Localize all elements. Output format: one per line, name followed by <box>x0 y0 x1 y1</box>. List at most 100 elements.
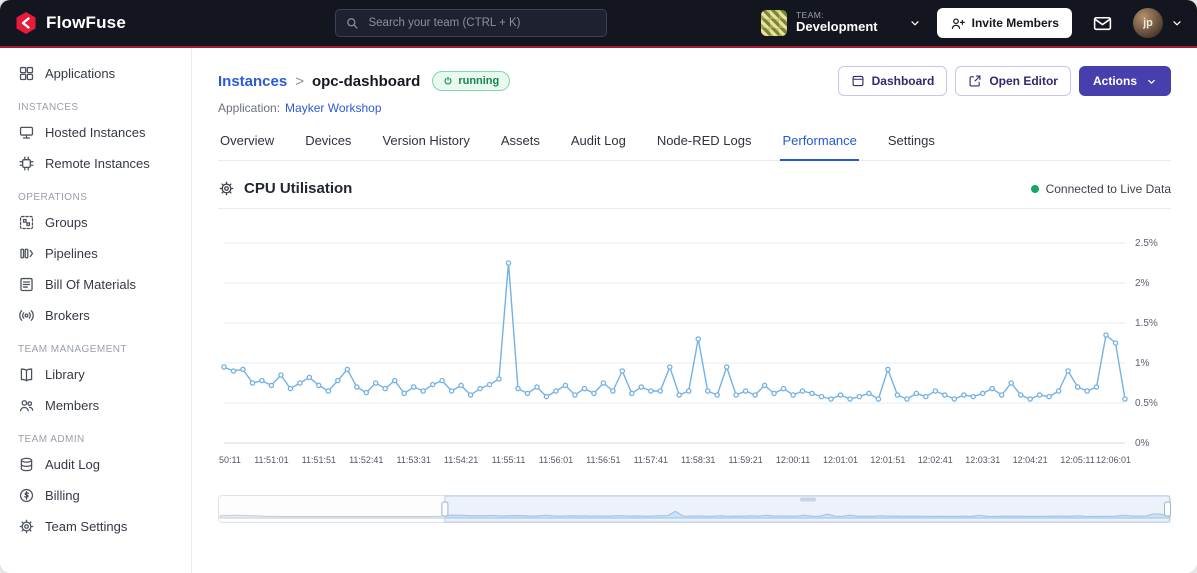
status-label: running <box>458 75 500 87</box>
breadcrumb-instances-link[interactable]: Instances <box>218 73 287 90</box>
instance-name: opc-dashboard <box>311 72 421 90</box>
svg-text:12:04:21: 12:04:21 <box>1013 455 1048 465</box>
sidebar-item-library[interactable]: Library <box>0 359 191 390</box>
sidebar-item-members[interactable]: Members <box>0 390 191 421</box>
sidebar-section-instances: INSTANCES <box>18 102 79 113</box>
status-badge: running <box>432 71 511 91</box>
team-search[interactable] <box>335 9 608 37</box>
sidebar-item-remote-instances[interactable]: Remote Instances <box>0 148 191 179</box>
team-avatar <box>760 10 787 36</box>
svg-text:2%: 2% <box>1135 278 1150 289</box>
tab-bar: Overview Devices Version History Assets Audi… <box>218 131 1171 161</box>
sidebar-item-label: Remote Instances <box>45 156 150 171</box>
tab-version-history[interactable]: Version History <box>380 131 471 160</box>
cpu-utilisation-chart[interactable]: 0% 0.5% 1% 1.5% 2% 2.5% 11:50:11 11:51:01 11:51:… <box>218 213 1171 483</box>
application-line: Application: Mayker Workshop <box>218 101 1171 115</box>
sidebar-item-pipelines[interactable]: Pipelines <box>0 238 191 269</box>
page-actions: Dashboard Open Editor Actions <box>837 66 1171 96</box>
dashboard-button-label: Dashboard <box>871 74 935 88</box>
sidebar-item-label: Bill Of Materials <box>45 277 137 292</box>
tab-devices[interactable]: Devices <box>303 131 353 160</box>
brokers-icon <box>18 307 35 324</box>
chart-gridlines <box>224 242 1125 444</box>
navigator-left-handle[interactable] <box>441 501 449 517</box>
power-icon <box>443 76 453 86</box>
tab-overview[interactable]: Overview <box>218 131 276 160</box>
sidebar-item-applications[interactable]: Applications <box>0 58 191 89</box>
sidebar-item-hosted-instances[interactable]: Hosted Instances <box>0 117 191 148</box>
applications-icon <box>18 65 35 82</box>
body-row: Applications INSTANCES Hosted Instances Rem… <box>0 48 1197 573</box>
actions-button[interactable]: Actions <box>1078 66 1171 96</box>
svg-text:12:03:31: 12:03:31 <box>965 455 1000 465</box>
svg-text:12:06:01: 12:06:01 <box>1096 455 1131 465</box>
svg-text:11:53:31: 11:53:31 <box>396 455 430 465</box>
sidebar-item-billing[interactable]: Billing <box>0 480 191 511</box>
person-plus-icon <box>950 16 965 31</box>
svg-text:0.5%: 0.5% <box>1135 398 1158 409</box>
cpu-section-header: CPU Utilisation Connected to Live Data <box>218 180 1171 209</box>
main-content: Instances > opc-dashboard running Dashbo… <box>192 48 1197 573</box>
svg-text:11:59:21: 11:59:21 <box>728 455 762 465</box>
mail-icon <box>1092 13 1113 34</box>
dashboard-icon <box>851 74 865 88</box>
tab-performance[interactable]: Performance <box>780 131 859 161</box>
sidebar-item-label: Pipelines <box>45 246 98 261</box>
open-editor-button[interactable]: Open Editor <box>955 66 1071 96</box>
flowfuse-logo[interactable]: FlowFuse <box>14 11 182 35</box>
svg-text:1%: 1% <box>1135 358 1150 369</box>
team-selector[interactable]: TEAM: Development <box>760 10 921 36</box>
team-settings-icon <box>18 518 35 535</box>
svg-text:1.5%: 1.5% <box>1135 318 1158 329</box>
svg-text:11:54:21: 11:54:21 <box>444 455 478 465</box>
search-input[interactable] <box>366 16 598 30</box>
svg-text:12:01:01: 12:01:01 <box>823 455 858 465</box>
svg-text:0%: 0% <box>1135 438 1150 449</box>
svg-text:11:57:41: 11:57:41 <box>634 455 668 465</box>
billing-icon <box>18 487 35 504</box>
sidebar-item-audit-log[interactable]: Audit Log <box>0 449 191 480</box>
tab-audit-log[interactable]: Audit Log <box>569 131 628 160</box>
sidebar-item-brokers[interactable]: Brokers <box>0 300 191 331</box>
sidebar-item-label: Team Settings <box>45 519 128 534</box>
navigator-grip[interactable] <box>799 497 816 502</box>
svg-text:11:51:01: 11:51:01 <box>254 455 288 465</box>
groups-icon <box>18 214 35 231</box>
cpu-section-title: CPU Utilisation <box>244 180 353 197</box>
actions-chevron-down-icon <box>1146 76 1157 87</box>
application-label: Application: <box>218 101 281 115</box>
invite-members-button[interactable]: Invite Members <box>936 8 1072 38</box>
dashboard-button[interactable]: Dashboard <box>837 66 948 96</box>
svg-text:12:01:51: 12:01:51 <box>870 455 905 465</box>
svg-text:11:50:11: 11:50:11 <box>218 455 241 465</box>
live-status-label: Connected to Live Data <box>1045 181 1171 196</box>
team-selector-text: TEAM: Development <box>796 10 878 36</box>
sidebar-item-team-settings[interactable]: Team Settings <box>0 511 191 542</box>
cpu-chart-area: 0% 0.5% 1% 1.5% 2% 2.5% 11:50:11 11:51:01 11:51:… <box>218 213 1171 523</box>
tab-assets[interactable]: Assets <box>499 131 542 160</box>
remote-instances-icon <box>18 155 35 172</box>
navbar-right-cluster: TEAM: Development Invite Members jp <box>760 8 1183 38</box>
chart-navigator[interactable] <box>218 495 1171 523</box>
application-name-link[interactable]: Mayker Workshop <box>285 101 381 115</box>
editor-icon <box>968 74 982 88</box>
sidebar-section-operations: OPERATIONS <box>18 192 88 203</box>
breadcrumb-separator: > <box>295 72 304 90</box>
sidebar-item-bill-of-materials[interactable]: Bill Of Materials <box>0 269 191 300</box>
mail-button[interactable] <box>1088 9 1117 38</box>
sidebar-item-label: Applications <box>45 66 116 81</box>
live-data-status: Connected to Live Data <box>1030 181 1171 196</box>
app-window: FlowFuse TEAM: Development <box>0 0 1197 573</box>
navigator-right-handle[interactable] <box>1164 501 1171 517</box>
tab-node-red-logs[interactable]: Node-RED Logs <box>655 131 754 160</box>
sidebar-item-label: Library <box>45 367 85 382</box>
flowfuse-logo-icon <box>14 11 38 35</box>
pipelines-icon <box>18 245 35 262</box>
sidebar-item-groups[interactable]: Groups <box>0 207 191 238</box>
svg-text:12:05:11: 12:05:11 <box>1060 455 1094 465</box>
sidebar: Applications INSTANCES Hosted Instances Rem… <box>0 48 192 573</box>
tab-settings[interactable]: Settings <box>886 131 937 160</box>
y-axis-labels: 0% 0.5% 1% 1.5% 2% 2.5% <box>1135 238 1158 449</box>
sidebar-section-team-management: TEAM MANAGEMENT <box>18 344 127 355</box>
user-menu[interactable]: jp <box>1132 8 1183 38</box>
